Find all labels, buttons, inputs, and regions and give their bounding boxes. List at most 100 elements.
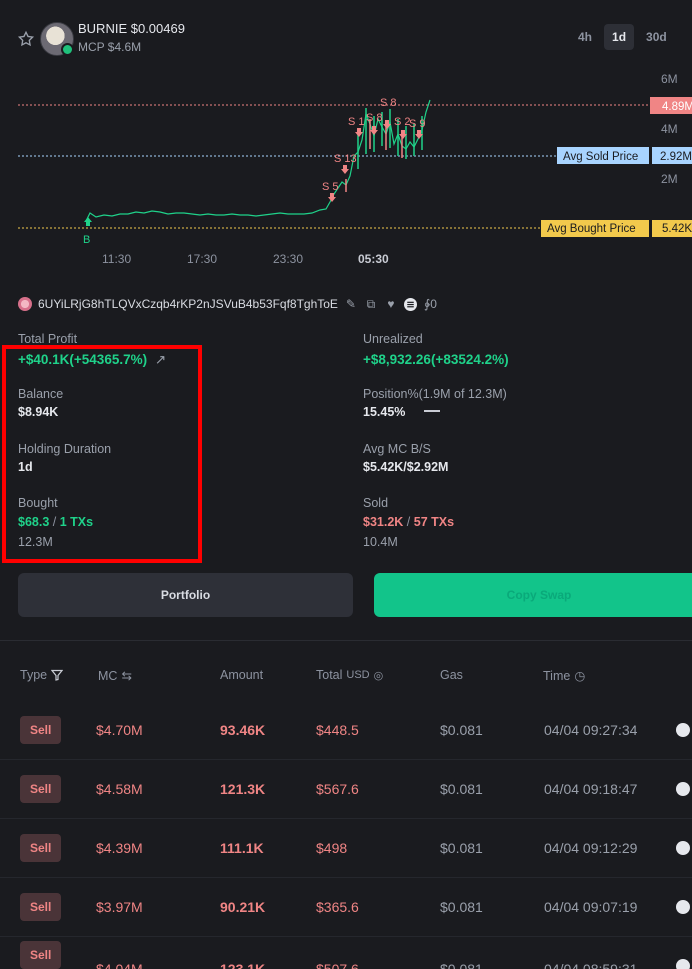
th-total-label: Total — [316, 668, 343, 682]
sold-label: Sold — [363, 496, 389, 510]
marker-s13: S 13 — [334, 153, 357, 165]
edit-icon[interactable]: ✎ — [344, 297, 358, 311]
verified-badge-icon — [61, 43, 74, 56]
th-time[interactable]: Time ◷ — [543, 668, 585, 684]
price-chart[interactable]: 6M 4M 2M 4.89M Avg Sold Price 2.92M Avg … — [0, 64, 692, 280]
copy-icon[interactable]: ⧉ — [364, 297, 378, 311]
row-amount: 93.46K — [220, 722, 266, 738]
avg-mc-label: Avg MC B/S — [363, 442, 431, 456]
row-total: $365.6 — [316, 899, 359, 915]
filter-icon[interactable] — [51, 669, 64, 681]
row-time: 04/04 09:07:19 — [544, 899, 638, 915]
token-mcp: MCP $4.6M — [78, 40, 142, 54]
table-row[interactable]: Sell $3.97M 90.21K $365.6 $0.081 04/04 0… — [0, 878, 692, 937]
wallet-address[interactable]: 6UYiLRjG8hTLQVxCzqb4rKP2nJSVuB4b53Fqf8Tg… — [38, 297, 338, 311]
marker-s8-top: S 8 — [380, 97, 397, 109]
y-tick-2m: 2M — [661, 172, 678, 186]
table-row[interactable]: Sell $4.39M 111.1K $498 $0.081 04/04 09:… — [0, 819, 692, 878]
row-time: 04/04 08:59:31 — [544, 961, 638, 969]
avg-bought-value: 5.42K — [662, 223, 692, 235]
row-total: $567.6 — [316, 781, 359, 797]
swap-arrows-icon[interactable]: ⇆ — [121, 668, 131, 683]
row-time: 04/04 09:27:34 — [544, 722, 638, 738]
row-mc: $4.70M — [96, 722, 143, 738]
unrealized-value: +$8,932.26(+83524.2%) — [363, 352, 509, 367]
sold-txs: 57 TXs — [413, 515, 455, 529]
row-mc: $4.04M — [96, 961, 143, 969]
sold-qty: 10.4M — [363, 535, 398, 549]
avg-sold-value: 2.92M — [660, 151, 692, 163]
section-divider — [0, 640, 692, 641]
wallet-row: 6UYiLRjG8hTLQVxCzqb4rKP2nJSVuB4b53Fqf8Tg… — [18, 295, 437, 313]
timeframe-30d[interactable]: 30d — [638, 24, 675, 50]
th-mc-label: MC — [98, 668, 118, 683]
row-amount: 90.21K — [220, 899, 266, 915]
timeframe-1d[interactable]: 1d — [604, 24, 635, 50]
tx-menu-icon[interactable] — [676, 959, 690, 969]
type-badge: Sell — [20, 893, 62, 921]
menu-icon[interactable] — [404, 297, 418, 311]
row-gas: $0.081 — [440, 840, 483, 856]
th-amount: Amount — [220, 668, 264, 682]
copy-swap-button[interactable]: Copy Swap — [374, 573, 692, 617]
row-gas: $0.081 — [440, 899, 483, 915]
row-total: $507.6 — [316, 961, 359, 969]
th-type[interactable]: Type — [20, 668, 64, 682]
row-time: 04/04 09:18:47 — [544, 781, 638, 797]
row-total: $498 — [316, 840, 348, 856]
row-gas: $0.081 — [440, 722, 483, 738]
token-count-value: 0 — [430, 297, 437, 311]
avg-bought-label: Avg Bought Price — [547, 223, 636, 235]
table-row[interactable]: Sell $4.58M 121.3K $567.6 $0.081 04/04 0… — [0, 760, 692, 819]
token-header: BURNIE $0.00469 MCP $4.6M 4h 1d 30d — [0, 0, 692, 64]
currency-toggle-icon[interactable]: ◎ — [374, 669, 384, 682]
token-count: ∳ 0 — [424, 297, 437, 311]
marker-s8: S 8 — [366, 112, 383, 124]
buy-arrow-icon — [84, 217, 92, 226]
timeframe-4h[interactable]: 4h — [570, 24, 600, 50]
avg-mc-value: $5.42K/$2.92M — [363, 460, 449, 474]
x-tick-0530: 05:30 — [358, 252, 389, 266]
unrealized-label: Unrealized — [363, 332, 423, 346]
sold-sep: / — [406, 515, 411, 529]
x-tick-1130: 11:30 — [102, 252, 131, 266]
current-price-tag: 4.89M — [662, 101, 692, 113]
y-tick-6m: 6M — [661, 72, 678, 86]
type-badge: Sell — [20, 775, 62, 803]
row-amount: 111.1K — [220, 840, 264, 856]
row-gas: $0.081 — [440, 961, 483, 969]
row-mc: $3.97M — [96, 899, 143, 915]
tx-menu-icon[interactable] — [676, 841, 690, 855]
row-gas: $0.081 — [440, 781, 483, 797]
marker-b: B — [83, 234, 90, 246]
sold-value: $31.2K / 57 TXs — [363, 515, 454, 529]
th-type-label: Type — [20, 668, 48, 682]
wallet-avatar — [18, 297, 32, 311]
highlight-annotation-box — [2, 345, 202, 563]
timeframe-selector: 4h 1d 30d — [570, 24, 675, 50]
row-time: 04/04 09:12:29 — [544, 840, 638, 856]
type-badge: Sell — [20, 834, 62, 862]
tx-menu-icon[interactable] — [676, 900, 690, 914]
row-mc: $4.39M — [96, 840, 143, 856]
table-row[interactable]: Sell $4.04M 123.1K $507.6 $0.081 04/04 0… — [0, 937, 692, 969]
position-value: 15.45% — [363, 405, 406, 419]
th-mc[interactable]: MC ⇆ — [98, 668, 132, 684]
heart-icon[interactable]: ♥ — [384, 297, 398, 311]
tx-menu-icon[interactable] — [676, 782, 690, 796]
row-mc: $4.58M — [96, 781, 143, 797]
type-badge: Sell — [20, 716, 62, 744]
clock-icon[interactable]: ◷ — [574, 668, 585, 683]
th-usd-label[interactable]: USD — [346, 669, 369, 681]
th-total: Total USD ◎ — [316, 668, 383, 682]
marker-s1: S 1 — [348, 116, 365, 128]
avg-sold-label: Avg Sold Price — [563, 151, 638, 163]
portfolio-button[interactable]: Portfolio — [18, 573, 353, 617]
type-badge: Sell — [20, 941, 62, 969]
tx-menu-icon[interactable] — [676, 723, 690, 737]
table-row[interactable]: Sell $4.70M 93.46K $448.5 $0.081 04/04 0… — [0, 701, 692, 760]
total-profit-label: Total Profit — [18, 332, 78, 346]
marker-s5: S 5 — [322, 181, 339, 193]
y-tick-4m: 4M — [661, 122, 678, 136]
star-icon[interactable] — [17, 30, 35, 48]
